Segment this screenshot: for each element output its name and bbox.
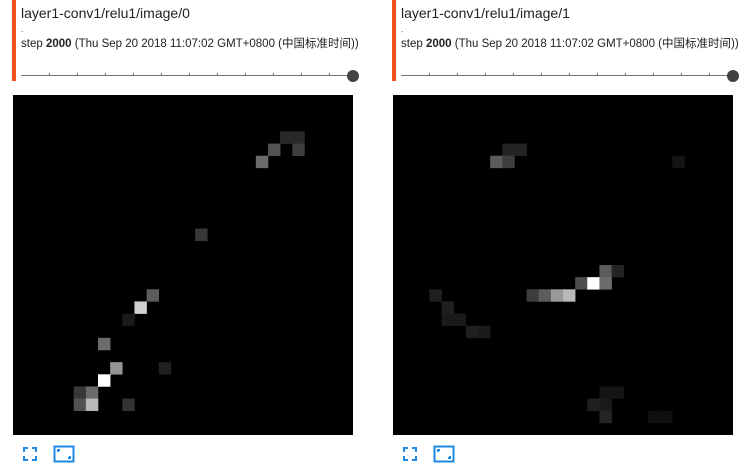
fit-to-size-icon — [433, 445, 455, 463]
card-accent-bar — [12, 0, 16, 81]
image-pixel — [538, 289, 552, 302]
image-pixel — [587, 277, 600, 290]
fullscreen-button[interactable] — [21, 445, 39, 463]
image-pixel — [575, 277, 588, 290]
step-info: step 2000 (Thu Sep 20 2018 11:07:02 GMT+… — [401, 37, 741, 52]
step-value: 2000 — [45, 38, 72, 50]
image-pixel — [98, 337, 111, 351]
fullscreen-icon — [23, 447, 37, 461]
image-pixel — [134, 301, 147, 314]
image-pixel — [255, 155, 269, 169]
card-accent-bar — [392, 0, 396, 81]
step-label: step — [401, 38, 423, 50]
image-pixel — [587, 398, 600, 412]
image-pixel — [502, 143, 515, 157]
image-pixel — [599, 277, 612, 290]
fit-to-size-button[interactable] — [53, 445, 75, 463]
image-pixel — [526, 289, 540, 302]
run-dot: . — [401, 24, 404, 34]
image-pixel — [648, 410, 661, 424]
image-pixel — [146, 289, 160, 302]
run-dot: . — [21, 24, 24, 34]
image-pixel — [122, 398, 135, 412]
image-pixel — [502, 155, 515, 169]
image-canvas — [429, 143, 685, 424]
image-pixel — [453, 313, 467, 327]
image-pixel — [672, 155, 685, 169]
fullscreen-button[interactable] — [401, 445, 419, 463]
image-display — [393, 95, 733, 435]
image-pixel — [110, 362, 123, 375]
image-pixel — [599, 410, 612, 424]
image-pixel — [280, 131, 293, 144]
image-pixel — [98, 374, 111, 387]
image-pixel — [478, 325, 491, 339]
image-pixel — [292, 131, 305, 144]
slider-track[interactable] — [401, 75, 733, 76]
image-pixel — [441, 301, 455, 314]
fit-to-size-icon — [53, 445, 75, 463]
image-pixel — [73, 386, 87, 399]
image-card-0: layer1-conv1/relu1/image/0 . step 2000 (… — [12, 0, 372, 468]
image-pixel — [660, 410, 673, 424]
slider-track[interactable] — [21, 75, 353, 76]
image-card-1: layer1-conv1/relu1/image/1 . step 2000 (… — [392, 0, 750, 468]
image-pixel — [195, 228, 208, 242]
step-timestamp: (Thu Sep 20 2018 11:07:02 GMT+0800 (中国标准… — [74, 38, 359, 50]
image-pixel — [611, 265, 625, 278]
image-pixel — [292, 143, 305, 157]
image-pixel — [122, 313, 135, 327]
image-pixel — [563, 289, 576, 302]
image-pixel — [514, 143, 527, 157]
image-pixel — [429, 289, 442, 302]
image-pixel — [73, 398, 87, 412]
image-pixel — [465, 325, 479, 339]
image-pixel — [85, 398, 99, 412]
image-tag-title: layer1-conv1/relu1/image/0 — [21, 5, 190, 21]
slider-knob[interactable] — [347, 70, 359, 82]
step-slider[interactable] — [21, 69, 359, 83]
image-display — [13, 95, 353, 435]
image-pixel — [85, 386, 99, 399]
image-canvas — [73, 131, 305, 412]
image-pixel — [490, 155, 503, 169]
image-pixel — [599, 386, 612, 399]
image-tag-title: layer1-conv1/relu1/image/1 — [401, 5, 570, 21]
step-info: step 2000 (Thu Sep 20 2018 11:07:02 GMT+… — [21, 37, 361, 52]
image-pixel — [599, 398, 612, 412]
step-timestamp: (Thu Sep 20 2018 11:07:02 GMT+0800 (中国标准… — [454, 38, 739, 50]
image-pixel — [611, 386, 625, 399]
fit-to-size-button[interactable] — [433, 445, 455, 463]
fullscreen-icon — [403, 447, 417, 461]
image-pixel — [268, 143, 281, 157]
image-pixel — [550, 289, 564, 302]
step-value: 2000 — [425, 38, 452, 50]
image-pixel — [599, 265, 612, 278]
step-label: step — [21, 38, 43, 50]
image-pixel — [158, 362, 172, 375]
slider-knob[interactable] — [727, 70, 739, 82]
step-slider[interactable] — [401, 69, 739, 83]
image-pixel — [441, 313, 455, 327]
